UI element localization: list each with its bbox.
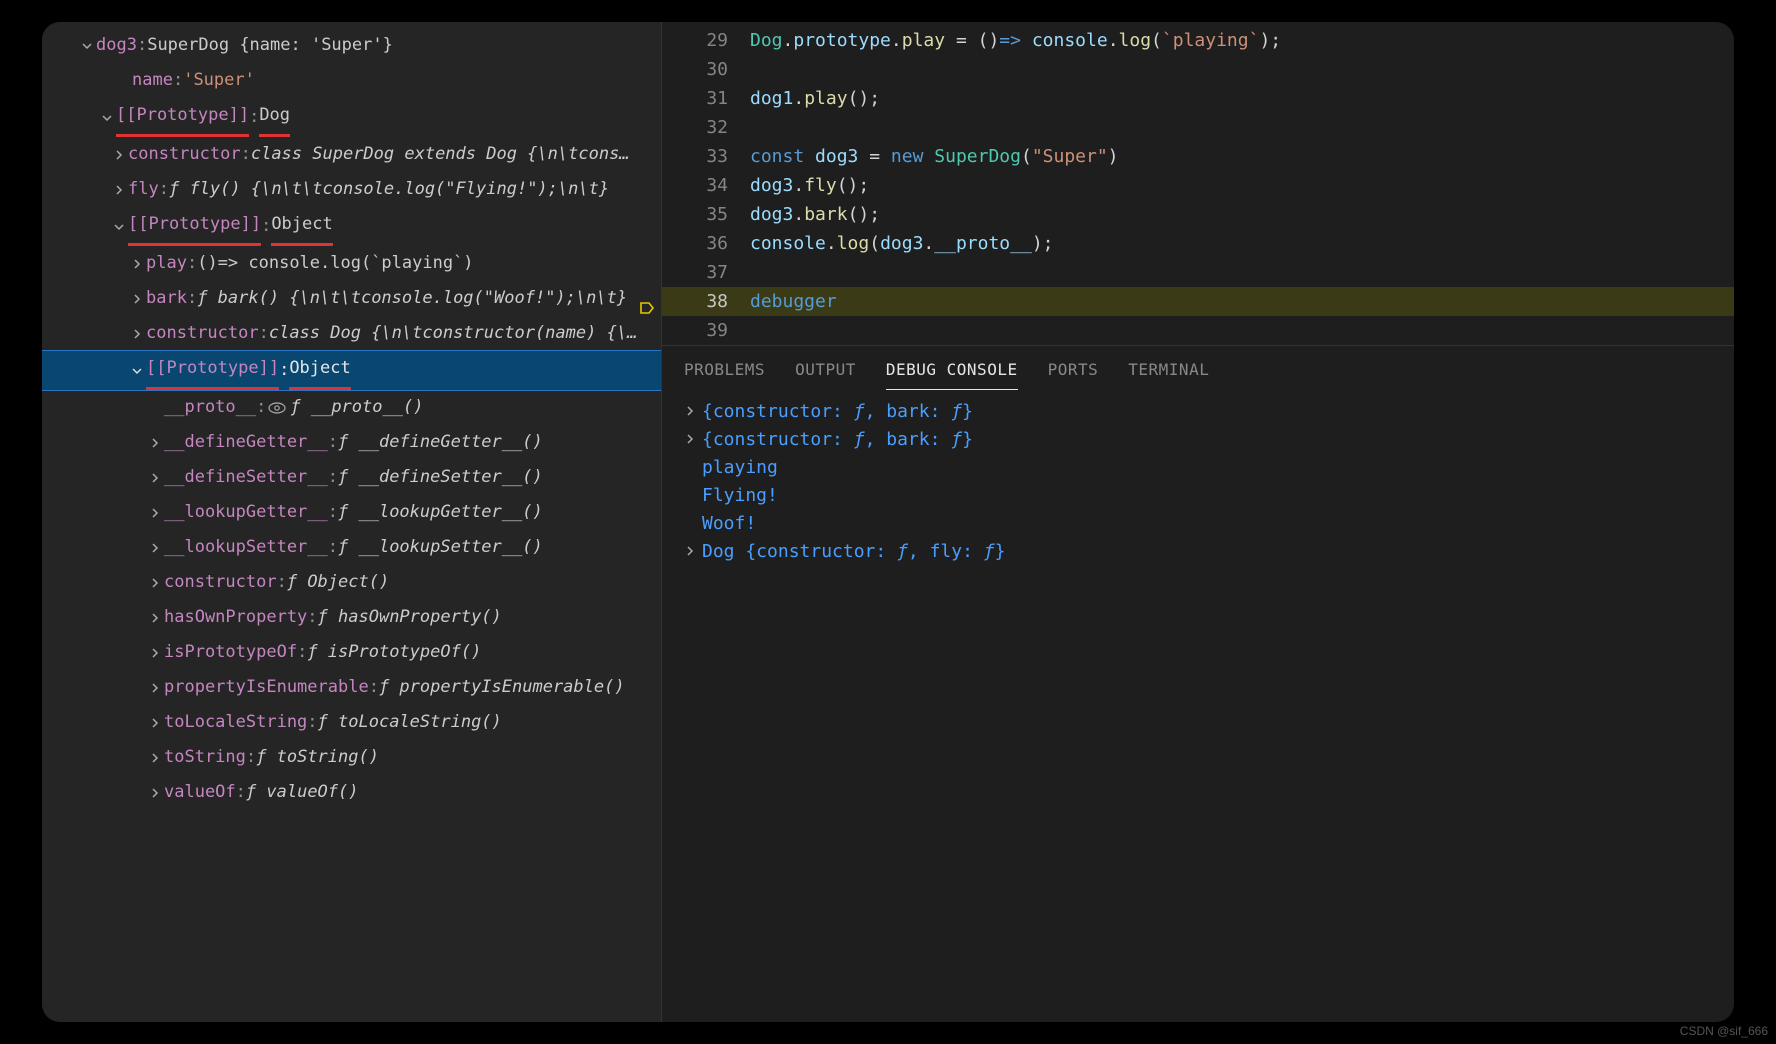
- code-content: Dog.prototype.play = ()=> console.log(`p…: [750, 26, 1281, 55]
- watermark: CSDN @sif_666: [1680, 1024, 1768, 1038]
- console-line[interactable]: {constructor: ƒ, bark: ƒ}: [684, 426, 1712, 454]
- line-number: 30: [662, 55, 750, 84]
- code-line[interactable]: 32: [662, 113, 1734, 142]
- tree-row[interactable]: constructor: class SuperDog extends Dog …: [42, 137, 661, 172]
- code-line[interactable]: 34dog3.fly();: [662, 171, 1734, 200]
- tree-row-proto-accessor[interactable]: __proto__ : ƒ __proto__(): [42, 390, 661, 425]
- breakpoint-icon[interactable]: [640, 295, 654, 309]
- line-number: 39: [662, 316, 750, 345]
- tree-row[interactable]: propertyIsEnumerable: ƒ propertyIsEnumer…: [42, 670, 661, 705]
- line-number: 36: [662, 229, 750, 258]
- chevron-right-icon[interactable]: [684, 398, 702, 426]
- line-number: 32: [662, 113, 750, 142]
- chevron-down-icon[interactable]: [98, 112, 116, 124]
- tree-row-proto2[interactable]: [[Prototype]] : Object: [42, 207, 661, 246]
- line-number: 33: [662, 142, 750, 171]
- tab-problems[interactable]: PROBLEMS: [684, 360, 765, 390]
- tree-value: SuperDog {name: 'Super'}: [147, 28, 393, 63]
- tree-row[interactable]: __defineGetter__: ƒ __defineGetter__(): [42, 425, 661, 460]
- tree-row[interactable]: __lookupSetter__: ƒ __lookupSetter__(): [42, 530, 661, 565]
- chevron-right-icon[interactable]: [146, 717, 164, 729]
- line-number: 29: [662, 26, 750, 55]
- code-content: const dog3 = new SuperDog("Super"): [750, 142, 1119, 171]
- app-container: dog3 : SuperDog {name: 'Super'} name : '…: [42, 22, 1734, 1022]
- chevron-down-icon[interactable]: [110, 221, 128, 233]
- console-line[interactable]: {constructor: ƒ, bark: ƒ}: [684, 398, 1712, 426]
- tab-ports[interactable]: PORTS: [1048, 360, 1099, 390]
- chevron-right-icon[interactable]: [684, 426, 702, 454]
- chevron-right-icon[interactable]: [146, 577, 164, 589]
- tree-row[interactable]: hasOwnProperty: ƒ hasOwnProperty(): [42, 600, 661, 635]
- right-panel: 29Dog.prototype.play = ()=> console.log(…: [662, 22, 1734, 1022]
- debug-console-output[interactable]: {constructor: ƒ, bark: ƒ}{constructor: ƒ…: [662, 390, 1734, 574]
- code-content: debugger: [750, 287, 837, 316]
- tree-key: dog3: [96, 28, 137, 63]
- console-line[interactable]: Dog {constructor: ƒ, fly: ƒ}: [684, 538, 1712, 566]
- chevron-right-icon[interactable]: [146, 542, 164, 554]
- bottom-panel: PROBLEMS OUTPUT DEBUG CONSOLE PORTS TERMINAL…: [662, 345, 1734, 1022]
- code-line[interactable]: 36console.log(dog3.__proto__);: [662, 229, 1734, 258]
- tree-row[interactable]: constructor: class Dog {\n\tconstructor(…: [42, 316, 661, 351]
- debug-variables-panel[interactable]: dog3 : SuperDog {name: 'Super'} name : '…: [42, 22, 662, 1022]
- code-line[interactable]: 35dog3.bark();: [662, 200, 1734, 229]
- tree-row[interactable]: constructor: ƒ Object(): [42, 565, 661, 600]
- line-number: 37: [662, 258, 750, 287]
- line-number: 35: [662, 200, 750, 229]
- code-content: dog3.fly();: [750, 171, 869, 200]
- panel-tabs: PROBLEMS OUTPUT DEBUG CONSOLE PORTS TERMINAL: [662, 346, 1734, 390]
- chevron-right-icon[interactable]: [146, 472, 164, 484]
- line-number: 38: [662, 287, 750, 316]
- chevron-right-icon[interactable]: [146, 647, 164, 659]
- tab-output[interactable]: OUTPUT: [795, 360, 856, 390]
- code-content: console.log(dog3.__proto__);: [750, 229, 1054, 258]
- code-line[interactable]: 38debugger: [662, 287, 1734, 316]
- chevron-right-icon[interactable]: [146, 682, 164, 694]
- console-line[interactable]: Woof!: [684, 510, 1712, 538]
- tree-row-root[interactable]: dog3 : SuperDog {name: 'Super'}: [42, 28, 661, 63]
- code-line[interactable]: 33const dog3 = new SuperDog("Super"): [662, 142, 1734, 171]
- tree-row-name[interactable]: name : 'Super': [42, 63, 661, 98]
- chevron-right-icon[interactable]: [146, 787, 164, 799]
- code-line[interactable]: 31dog1.play();: [662, 84, 1734, 113]
- chevron-right-icon[interactable]: [146, 752, 164, 764]
- tree-row-proto1[interactable]: [[Prototype]] : Dog: [42, 98, 661, 137]
- tree-row[interactable]: fly: ƒ fly() {\n\t\tconsole.log("Flying!…: [42, 172, 661, 207]
- chevron-right-icon[interactable]: [684, 538, 702, 566]
- tab-terminal[interactable]: TERMINAL: [1128, 360, 1209, 390]
- chevron-right-icon[interactable]: [146, 507, 164, 519]
- code-line[interactable]: 30: [662, 55, 1734, 84]
- chevron-right-icon[interactable]: [128, 258, 146, 270]
- tree-row[interactable]: play: ()=> console.log(`playing`): [42, 246, 661, 281]
- code-content: dog1.play();: [750, 84, 880, 113]
- tree-row[interactable]: toString: ƒ toString(): [42, 740, 661, 775]
- code-line[interactable]: 39: [662, 316, 1734, 345]
- code-line[interactable]: 37: [662, 258, 1734, 287]
- tree-row[interactable]: toLocaleString: ƒ toLocaleString(): [42, 705, 661, 740]
- chevron-right-icon[interactable]: [110, 149, 128, 161]
- chevron-right-icon[interactable]: [146, 437, 164, 449]
- chevron-right-icon[interactable]: [110, 184, 128, 196]
- tree-row[interactable]: isPrototypeOf: ƒ isPrototypeOf(): [42, 635, 661, 670]
- chevron-down-icon[interactable]: [128, 365, 146, 377]
- console-line[interactable]: Flying!: [684, 482, 1712, 510]
- line-number: 34: [662, 171, 750, 200]
- chevron-right-icon[interactable]: [128, 328, 146, 340]
- chevron-right-icon[interactable]: [128, 293, 146, 305]
- line-number: 31: [662, 84, 750, 113]
- tree-row-proto3-selected[interactable]: [[Prototype]] : Object: [42, 351, 661, 390]
- tree-row[interactable]: __lookupGetter__: ƒ __lookupGetter__(): [42, 495, 661, 530]
- code-line[interactable]: 29Dog.prototype.play = ()=> console.log(…: [662, 26, 1734, 55]
- console-line[interactable]: playing: [684, 454, 1712, 482]
- eye-icon: [268, 401, 286, 415]
- tab-debug-console[interactable]: DEBUG CONSOLE: [886, 360, 1018, 390]
- code-content: dog3.bark();: [750, 200, 880, 229]
- tree-row[interactable]: __defineSetter__: ƒ __defineSetter__(): [42, 460, 661, 495]
- chevron-right-icon[interactable]: [146, 612, 164, 624]
- tree-row[interactable]: valueOf: ƒ valueOf(): [42, 775, 661, 810]
- tree-row[interactable]: bark: ƒ bark() {\n\t\tconsole.log("Woof!…: [42, 281, 661, 316]
- chevron-down-icon[interactable]: [78, 40, 96, 52]
- code-editor[interactable]: 29Dog.prototype.play = ()=> console.log(…: [662, 22, 1734, 345]
